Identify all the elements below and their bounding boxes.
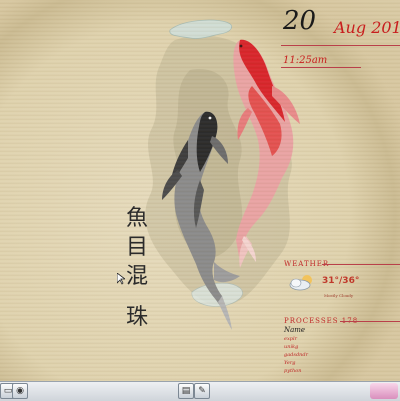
processes-column-name: Name [284, 326, 306, 334]
clock-divider [281, 45, 400, 46]
weather-divider [322, 264, 400, 265]
browser-icon[interactable]: ◉ [12, 383, 28, 399]
process-item: unikg [284, 344, 299, 350]
process-item: Yerg [284, 360, 296, 366]
time-divider [281, 67, 361, 68]
clock-time: 11:25am [283, 55, 328, 66]
process-item: explr [284, 336, 297, 342]
calligraphy-char-4: 珠 [125, 305, 148, 330]
weather-condition: Mostly Cloudy [324, 293, 354, 298]
calligraphy-char-2: 目 [125, 235, 148, 260]
tray-icon[interactable] [370, 383, 398, 399]
water-ripple [169, 19, 233, 39]
process-item: python [284, 368, 302, 374]
calligraphy-char-3: 混 [125, 264, 148, 289]
date-day: 20 [283, 6, 317, 36]
koi-artwork [145, 19, 300, 330]
process-list: explr unikg gadsdndr Yerg python [284, 335, 308, 375]
edit-icon[interactable]: ✎ [194, 383, 210, 399]
partly-cloudy-icon [289, 275, 312, 291]
calligraphy-char-1: 魚 [125, 206, 148, 231]
date-month-year: Aug 201 [334, 18, 400, 37]
processes-divider [340, 321, 400, 322]
mouse-cursor-icon [117, 273, 125, 285]
weather-temperature: 31°/36° [322, 276, 360, 286]
file-manager-icon[interactable]: ▤ [178, 383, 194, 399]
process-item: gadsdndr [284, 352, 308, 358]
